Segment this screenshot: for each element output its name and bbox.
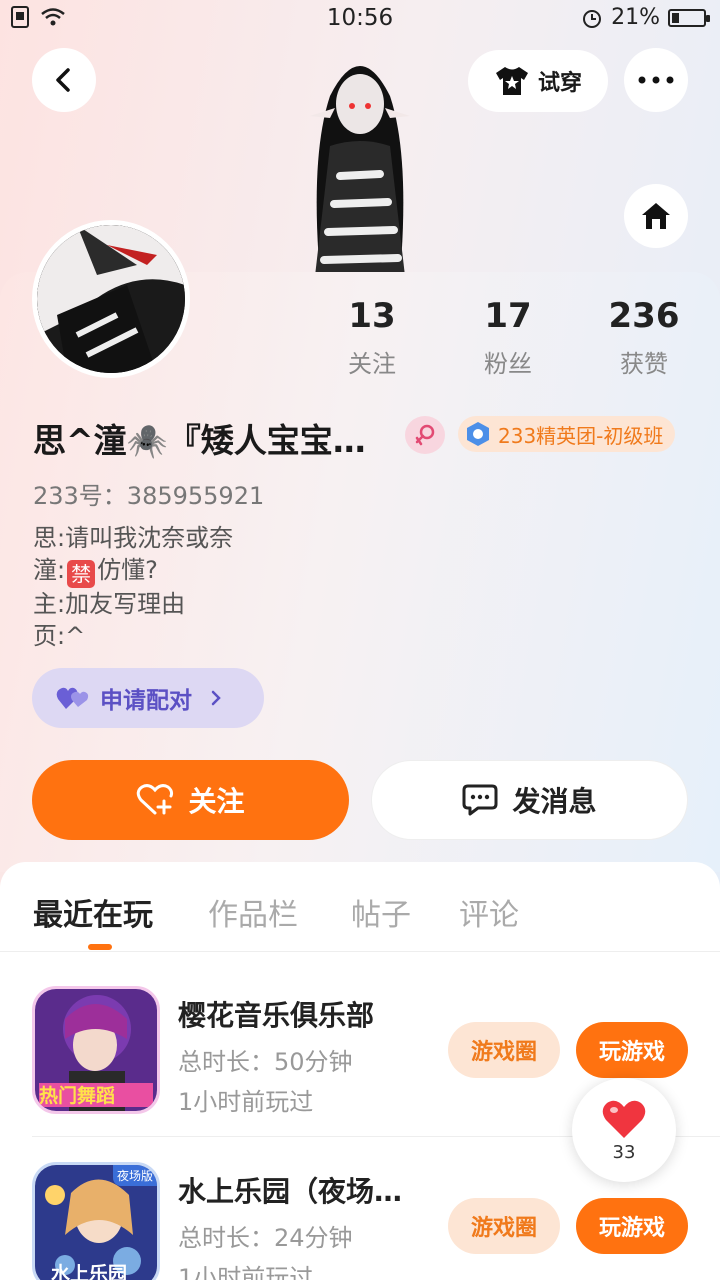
play-game-button[interactable]: 玩游戏 <box>576 1198 688 1254</box>
team-badge-label: 233精英团-初级班 <box>498 423 664 448</box>
game-icon-water-park[interactable]: 夜场版 水上乐园 <box>32 1162 160 1280</box>
heart-plus-icon <box>137 784 174 815</box>
game-title[interactable]: 樱花音乐俱乐部 <box>178 994 428 1034</box>
chevron-right-icon <box>211 690 221 706</box>
more-dots-icon <box>638 76 674 84</box>
stat-following[interactable]: 13 关注 <box>312 296 432 379</box>
profile-name: 思^潼🕷️『矮人宝宝… <box>33 421 366 460</box>
floating-like-button[interactable]: 33 <box>572 1078 676 1182</box>
game-icon-tag: 夜场版 <box>112 1165 157 1186</box>
tab-comments[interactable]: 评论 <box>459 890 519 934</box>
try-on-button[interactable]: 试穿 <box>468 50 608 112</box>
bio-line-4: 页:^ <box>33 622 86 650</box>
game-duration: 总时长：24分钟 <box>178 1224 353 1252</box>
home-button[interactable] <box>624 184 688 248</box>
tshirt-icon <box>495 67 528 95</box>
message-button[interactable]: 发消息 <box>371 760 688 840</box>
status-bar: 10:56 21% <box>0 0 720 40</box>
stat-fans-label: 粉丝 <box>484 350 532 378</box>
stat-following-label: 关注 <box>348 350 396 378</box>
stat-likes-label: 获赞 <box>620 350 668 378</box>
team-badge[interactable]: 233精英团-初级班 <box>458 416 676 452</box>
more-button[interactable] <box>624 48 688 112</box>
stat-likes-value: 236 <box>608 296 680 336</box>
back-button[interactable] <box>32 48 96 112</box>
try-on-label: 试穿 <box>537 71 582 96</box>
badge-icon <box>467 422 489 446</box>
bio-line-2: 潼: 禁仿懂? <box>33 554 233 588</box>
chat-icon <box>462 784 498 816</box>
chevron-left-icon <box>56 68 70 92</box>
game-circle-button[interactable]: 游戏圈 <box>448 1198 560 1254</box>
like-count: 33 <box>612 1141 636 1163</box>
bio-line-2-suffix: 仿懂? <box>97 556 158 584</box>
follow-label: 关注 <box>188 785 245 818</box>
tab-posts[interactable]: 帖子 <box>351 890 411 934</box>
female-icon <box>405 416 445 454</box>
game-circle-button[interactable]: 游戏圈 <box>448 1022 560 1078</box>
tab-works[interactable]: 作品栏 <box>208 890 298 934</box>
bio: 思:请叫我沈奈或奈 潼: 禁仿懂? 主:加友写理由 页:^ <box>33 522 233 652</box>
home-icon <box>642 203 670 229</box>
stat-fans-value: 17 <box>484 296 532 336</box>
battery-icon <box>668 8 710 27</box>
avatar[interactable] <box>32 220 190 378</box>
tab-bar: 最近在玩 作品栏 帖子 评论 <box>0 862 720 952</box>
follow-button[interactable]: 关注 <box>32 760 349 840</box>
game-last-played: 1小时前玩过 <box>178 1264 314 1280</box>
game-title[interactable]: 水上乐园（夜场… <box>178 1170 428 1210</box>
ban-emoji: 禁 <box>67 560 96 588</box>
heart-icon <box>602 1100 646 1138</box>
stat-following-value: 13 <box>348 296 396 336</box>
play-game-button[interactable]: 玩游戏 <box>576 1022 688 1078</box>
tab-recently-played[interactable]: 最近在玩 <box>33 890 153 934</box>
game-icon-sakura[interactable]: 热门舞蹈 <box>32 986 160 1114</box>
alarm-icon <box>583 9 602 28</box>
content-panel: 最近在玩 作品栏 帖子 评论 热门舞蹈 樱花音乐俱乐部 总时长：50分钟 1小时 <box>0 862 720 1280</box>
active-tab-indicator <box>88 944 112 950</box>
profile-screen: 10:56 21% 试穿 13 关注 17 粉丝 236 获赞 思^潼🕷️『矮人… <box>0 0 720 1280</box>
game-icon-caption: 热门舞蹈 <box>39 1085 116 1107</box>
bio-line-3: 主:加友写理由 <box>33 590 186 618</box>
message-label: 发消息 <box>512 785 597 818</box>
apply-pair-label: 申请配对 <box>100 688 192 714</box>
stat-fans[interactable]: 17 粉丝 <box>448 296 568 379</box>
game-duration: 总时长：50分钟 <box>178 1048 353 1076</box>
game-last-played: 1小时前玩过 <box>178 1088 314 1116</box>
avatar-character-figure <box>270 36 450 276</box>
double-heart-icon <box>56 687 89 709</box>
game-icon-caption: 水上乐园 <box>51 1263 128 1280</box>
user-id[interactable]: 233号：385955921 <box>33 476 264 511</box>
bio-line-2-prefix: 潼: <box>33 556 66 584</box>
stat-likes[interactable]: 236 获赞 <box>584 296 704 379</box>
battery-percent: 21% <box>611 5 660 30</box>
bio-line-1: 思:请叫我沈奈或奈 <box>33 524 234 552</box>
apply-pair-button[interactable]: 申请配对 <box>32 668 264 728</box>
